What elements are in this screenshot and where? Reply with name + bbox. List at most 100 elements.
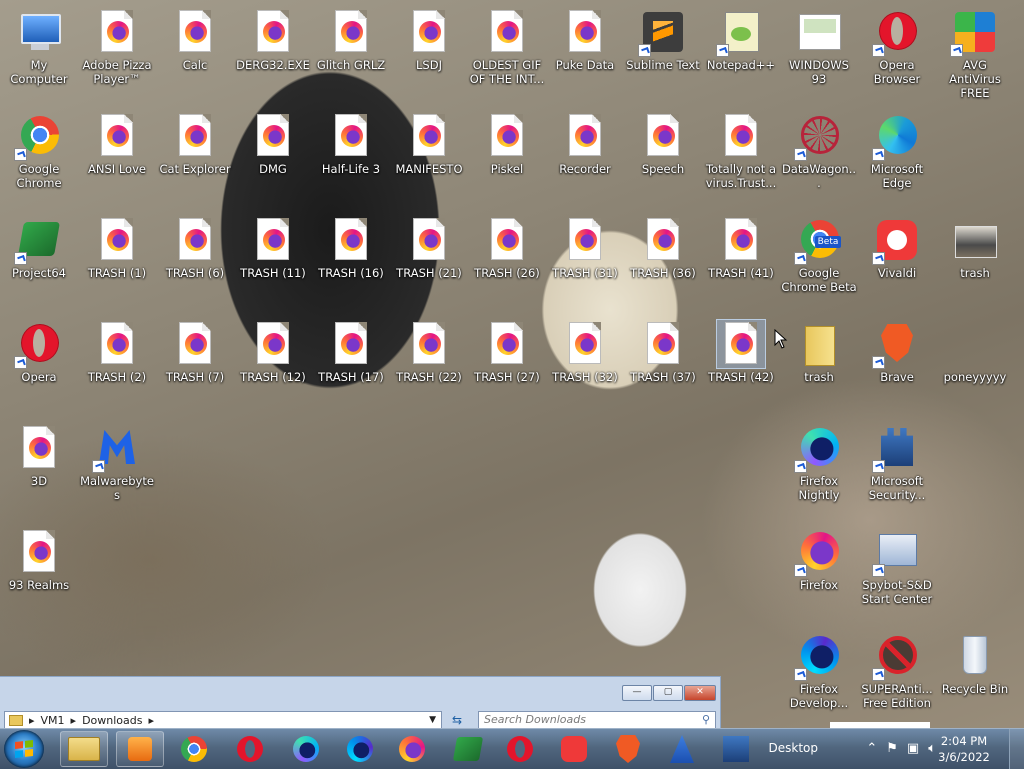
- close-button[interactable]: ✕: [684, 685, 716, 701]
- desktop-icon-label: TRASH (11): [240, 266, 306, 280]
- desktop-icon-microsoft-edge[interactable]: Microsoft Edge: [858, 112, 936, 190]
- desktop-icon-label: TRASH (32): [552, 370, 618, 384]
- action-center-flag-icon[interactable]: ⚑: [886, 741, 898, 756]
- search-input[interactable]: Search Downloads ⚲: [478, 711, 716, 729]
- desktop-icon-datawagon[interactable]: DataWagon...: [780, 112, 858, 190]
- desktop-icon-oldest-gif-of-the-int[interactable]: OLDEST GIF OF THE INT...: [468, 8, 546, 86]
- desktop-icon-recycle-bin[interactable]: Recycle Bin: [936, 632, 1014, 696]
- show-desktop-button[interactable]: [1009, 729, 1024, 769]
- address-bar[interactable]: ▸ VM1 ▸ Downloads ▸ ▼: [4, 711, 442, 729]
- desktop-icon-dmg[interactable]: DMG: [234, 112, 312, 176]
- address-dropdown-icon[interactable]: ▼: [429, 715, 436, 725]
- breadcrumb-vm1[interactable]: VM1: [41, 714, 65, 727]
- desktop-icon-half-life-3[interactable]: Half-Life 3: [312, 112, 390, 176]
- desktop-icon-trash-1[interactable]: TRASH (1): [78, 216, 156, 280]
- desktop-icon-adobe-pizza-player[interactable]: Adobe Pizza Player™: [78, 8, 156, 86]
- desktop-icon-recorder[interactable]: Recorder: [546, 112, 624, 176]
- desktop-icon-speech[interactable]: Speech: [624, 112, 702, 176]
- desktop-icon-93-realms[interactable]: 93 Realms: [0, 528, 78, 592]
- search-icon[interactable]: ⚲: [702, 713, 710, 726]
- desktop-icon-firefox[interactable]: Firefox: [780, 528, 858, 592]
- desktop-icon-trash-32[interactable]: TRASH (32): [546, 320, 624, 384]
- desktop-icon-trash-16[interactable]: TRASH (16): [312, 216, 390, 280]
- desktop-icon-trash-41[interactable]: TRASH (41): [702, 216, 780, 280]
- desktop-icon-lsdj[interactable]: LSDJ: [390, 8, 468, 72]
- start-button[interactable]: [4, 730, 44, 768]
- desktop-icon-trash-27[interactable]: TRASH (27): [468, 320, 546, 384]
- desktop-toolbar-label[interactable]: Desktop: [769, 741, 819, 755]
- desktop-icon-google-chrome-beta[interactable]: Beta Google Chrome Beta: [780, 216, 858, 294]
- taskbar-firefox-button[interactable]: [388, 731, 436, 767]
- taskbar-opera-button[interactable]: [496, 731, 544, 767]
- desktop-icon-trash-42[interactable]: TRASH (42): [702, 319, 780, 384]
- show-hidden-icons-icon[interactable]: ⌃: [866, 741, 877, 756]
- desktop-icon-calc[interactable]: Calc: [156, 8, 234, 72]
- desktop-icon-piskel[interactable]: Piskel: [468, 112, 546, 176]
- desktop-icon-sublime-text[interactable]: Sublime Text: [624, 8, 702, 72]
- desktop-icon-avg-antivirus-free[interactable]: AVG AntiVirus FREE: [936, 8, 1014, 100]
- taskbar-media-player-button[interactable]: [116, 731, 164, 767]
- desktop-icon-opera-browser[interactable]: Opera Browser: [858, 8, 936, 86]
- taskbar-bluetooth-app-button[interactable]: [658, 731, 706, 767]
- desktop-icon-totally-not-a-virus-trust[interactable]: Totally not a virus.Trust...: [702, 112, 780, 190]
- desktop-icon-my-computer[interactable]: My Computer: [0, 8, 78, 86]
- desktop-icon-trash-17[interactable]: TRASH (17): [312, 320, 390, 384]
- desktop-icon-trash-22[interactable]: TRASH (22): [390, 320, 468, 384]
- clock[interactable]: 2:04 PM 3/6/2022: [932, 733, 996, 765]
- desktop-icon-vivaldi[interactable]: Vivaldi: [858, 216, 936, 280]
- taskbar-firefox-dev-button[interactable]: [336, 731, 384, 767]
- taskbar-vivaldi-button[interactable]: [550, 731, 598, 767]
- desktop-icon-firefox-nightly[interactable]: Firefox Nightly: [780, 424, 858, 502]
- taskbar-explorer-button[interactable]: [60, 731, 108, 767]
- desktop-icon-derg32-exe[interactable]: DERG32.EXE: [234, 8, 312, 72]
- desktop-icon-trash-2[interactable]: TRASH (2): [78, 320, 156, 384]
- desktop-icon-glitch-grlz[interactable]: Glitch GRLZ: [312, 8, 390, 72]
- desktop-icon-label: Totally not a virus.Trust...: [705, 162, 777, 190]
- desktop-icon-label: Firefox Develop...: [789, 682, 849, 710]
- desktop-icon-label: Puke Data: [555, 58, 615, 72]
- desktop-icon-trash[interactable]: trash: [780, 320, 858, 384]
- desktop-icon-trash[interactable]: trash: [936, 216, 1014, 280]
- desktop-icon-trash-7[interactable]: TRASH (7): [156, 320, 234, 384]
- desktop-icon-ansi-love[interactable]: ANSI Love: [78, 112, 156, 176]
- desktop-icon-trash-12[interactable]: TRASH (12): [234, 320, 312, 384]
- taskbar-firefox-nightly-button[interactable]: [282, 731, 330, 767]
- desktop[interactable]: My Computer Adobe Pizza Player™ Calc DERG32…: [0, 0, 1024, 728]
- desktop-icon-trash-31[interactable]: TRASH (31): [546, 216, 624, 280]
- desktop-icon-windows-93[interactable]: WINDOWS 93: [780, 8, 858, 86]
- taskbar-project64-button[interactable]: [444, 731, 492, 767]
- desktop-icon-manifesto[interactable]: MANIFESTO: [390, 112, 468, 176]
- maximize-button[interactable]: ▢: [653, 685, 683, 701]
- desktop-icon-project64[interactable]: Project64: [0, 216, 78, 280]
- desktop-icon-notepad[interactable]: Notepad++: [702, 8, 780, 72]
- desktop-icon-puke-data[interactable]: Puke Data: [546, 8, 624, 72]
- desktop-icon-malwarebytes[interactable]: Malwarebytes: [78, 424, 156, 502]
- desktop-icon-google-chrome[interactable]: Google Chrome: [0, 112, 78, 190]
- minimize-button[interactable]: —: [622, 685, 652, 701]
- desktop-icon-microsoft-security[interactable]: Microsoft Security...: [858, 424, 936, 502]
- desktop-icon-trash-6[interactable]: TRASH (6): [156, 216, 234, 280]
- taskbar-brave-button[interactable]: [604, 731, 652, 767]
- desktop-icon-trash-21[interactable]: TRASH (21): [390, 216, 468, 280]
- breadcrumb-downloads[interactable]: Downloads: [82, 714, 142, 727]
- explorer-window[interactable]: — ▢ ✕ ▸ VM1 ▸ Downloads ▸ ▼ ⇆ Search Dow…: [0, 676, 721, 729]
- desktop-icon-trash-36[interactable]: TRASH (36): [624, 216, 702, 280]
- network-icon[interactable]: ▣: [907, 741, 919, 756]
- refresh-button[interactable]: ⇆: [446, 711, 468, 729]
- desktop-icon-firefox-develop[interactable]: Firefox Develop...: [780, 632, 858, 710]
- desktop-icon-superanti-free-edition[interactable]: SUPERAnti... Free Edition: [858, 632, 936, 710]
- taskbar-chrome-button[interactable]: [170, 731, 218, 767]
- desktop-icon-spybot-s-d-start-center[interactable]: Spybot-S&D Start Center: [858, 528, 936, 606]
- desktop-icon-trash-37[interactable]: TRASH (37): [624, 320, 702, 384]
- desktop-icon-cat-explorer[interactable]: Cat Explorer: [156, 112, 234, 176]
- folder-icon: [805, 326, 835, 366]
- desktop-icon-3d[interactable]: 3D: [0, 424, 78, 488]
- desktop-icon-opera[interactable]: Opera: [0, 320, 78, 384]
- desktop-icon-trash-11[interactable]: TRASH (11): [234, 216, 312, 280]
- refresh-icon: ⇆: [451, 713, 463, 727]
- taskbar-opera-button[interactable]: [226, 731, 274, 767]
- desktop-icon-label: TRASH (6): [165, 266, 225, 280]
- desktop-icon-brave[interactable]: Brave: [858, 320, 936, 384]
- desktop-icon-poneyyyyy[interactable]: poneyyyyy: [936, 320, 1014, 384]
- desktop-icon-trash-26[interactable]: TRASH (26): [468, 216, 546, 280]
